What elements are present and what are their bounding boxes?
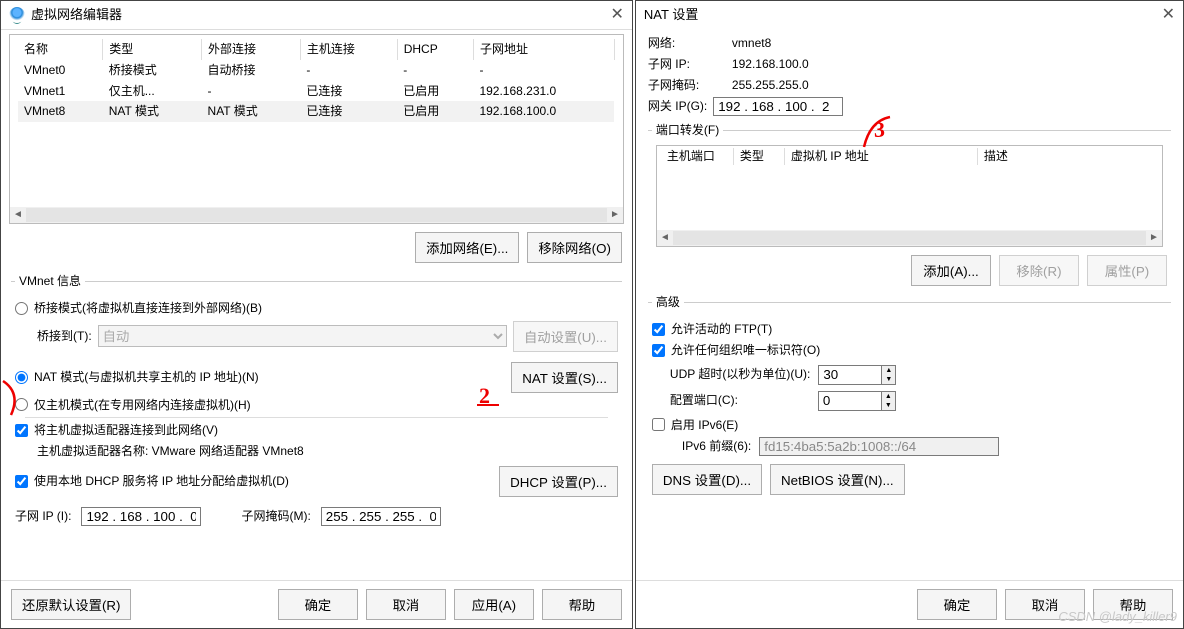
gateway-ip-label: 网关 IP(G): <box>648 98 707 115</box>
column-header[interactable]: DHCP <box>397 39 473 60</box>
network-label: 网络: <box>648 35 726 52</box>
network-value: vmnet8 <box>732 35 1171 52</box>
ipv6-prefix-label: IPv6 前缀(6): <box>682 438 751 455</box>
ok-button[interactable]: 确定 <box>917 589 997 620</box>
vmnet-info-legend: VMnet 信息 <box>15 273 85 290</box>
column-header[interactable]: 描述 <box>978 148 1158 165</box>
window-title: 虚拟网络编辑器 <box>31 6 611 24</box>
port-forward-table[interactable]: 主机端口类型虚拟机 IP 地址描述 ◄► <box>656 145 1163 247</box>
close-icon[interactable]: ✕ <box>1162 7 1175 23</box>
config-port-spin[interactable]: ▲▼ <box>818 391 896 411</box>
bridge-to-label: 桥接到(T): <box>37 328 92 345</box>
column-header[interactable]: 类型 <box>734 148 785 165</box>
udp-timeout-spin[interactable]: ▲▼ <box>818 365 896 385</box>
bridge-auto-button: 自动设置(U)... <box>513 321 618 352</box>
subnet-mask-label: 子网掩码: <box>648 77 726 94</box>
column-header[interactable]: 子网地址 <box>473 39 614 60</box>
table-row[interactable]: VMnet0桥接模式自动桥接--- <box>18 60 614 81</box>
ipv6-prefix-input <box>759 437 999 456</box>
horizontal-scrollbar[interactable]: ◄► <box>10 207 623 223</box>
port-forward-legend: 端口转发(F) <box>652 122 723 139</box>
scroll-left-icon[interactable]: ◄ <box>10 207 26 223</box>
column-header[interactable]: 类型 <box>103 39 202 60</box>
column-header[interactable]: 名称 <box>18 39 103 60</box>
remove-network-button[interactable]: 移除网络(O) <box>527 232 622 263</box>
dialog-footer: 还原默认设置(R) 确定 取消 应用(A) 帮助 <box>1 580 632 628</box>
bridge-to-select: 自动 <box>98 325 507 347</box>
subnet-mask-label: 子网掩码(M): <box>241 508 310 525</box>
host-adapter-name: 主机虚拟适配器名称: VMware 网络适配器 VMnet8 <box>37 443 618 460</box>
nat-settings-button[interactable]: NAT 设置(S)... <box>511 362 618 393</box>
column-header[interactable]: 虚拟机 IP 地址 <box>785 148 978 165</box>
allow-ftp-checkbox[interactable]: 允许活动的 FTP(T) <box>652 321 1167 338</box>
scroll-right-icon[interactable]: ► <box>607 207 623 223</box>
title-bar: 虚拟网络编辑器 ✕ <box>1 1 632 30</box>
restore-defaults-button[interactable]: 还原默认设置(R) <box>11 589 131 620</box>
dhcp-settings-button[interactable]: DHCP 设置(P)... <box>499 466 618 497</box>
app-icon <box>9 7 25 23</box>
cancel-button[interactable]: 取消 <box>366 589 446 620</box>
add-network-button[interactable]: 添加网络(E)... <box>415 232 519 263</box>
column-header[interactable]: 外部连接 <box>202 39 301 60</box>
subnet-mask-input[interactable] <box>321 507 441 526</box>
column-header[interactable]: 主机端口 <box>661 148 734 165</box>
subnet-ip-value: 192.168.100.0 <box>732 56 1171 73</box>
apply-button[interactable]: 应用(A) <box>454 589 534 620</box>
table-row[interactable]: VMnet8NAT 模式NAT 模式已连接已启用192.168.100.0 <box>18 101 614 122</box>
vmnet-info-group: VMnet 信息 桥接模式(将虚拟机直接连接到外部网络)(B) 桥接到(T): … <box>11 273 622 528</box>
mode-nat-radio[interactable]: NAT 模式(与虚拟机共享主机的 IP 地址)(N) <box>15 369 259 386</box>
dhcp-checkbox[interactable]: 使用本地 DHCP 服务将 IP 地址分配给虚拟机(D) <box>15 473 289 490</box>
spin-up-icon: ▲ <box>882 366 895 375</box>
pf-add-button[interactable]: 添加(A)... <box>911 255 991 286</box>
close-icon[interactable]: ✕ <box>611 7 624 23</box>
subnet-ip-label: 子网 IP (I): <box>15 508 71 525</box>
mode-bridge-radio[interactable]: 桥接模式(将虚拟机直接连接到外部网络)(B) <box>15 300 618 317</box>
config-port-label: 配置端口(C): <box>670 392 810 409</box>
watermark: CSDN @lady_killer9 <box>1058 608 1177 626</box>
ok-button[interactable]: 确定 <box>278 589 358 620</box>
subnet-ip-input[interactable] <box>81 507 201 526</box>
mode-hostonly-radio[interactable]: 仅主机模式(在专用网络内连接虚拟机)(H) <box>15 397 618 414</box>
udp-timeout-label: UDP 超时(以秒为单位)(U): <box>670 366 810 383</box>
horizontal-scrollbar[interactable]: ◄► <box>657 230 1162 246</box>
pf-props-button: 属性(P) <box>1087 255 1167 286</box>
nat-settings-dialog: NAT 设置 ✕ 网络: vmnet8 子网 IP: 192.168.100.0 子… <box>635 0 1184 629</box>
table-row[interactable]: VMnet1仅主机...-已连接已启用192.168.231.0 <box>18 81 614 102</box>
gateway-ip-input[interactable] <box>713 97 843 116</box>
netbios-settings-button[interactable]: NetBIOS 设置(N)... <box>770 464 905 495</box>
spin-down-icon: ▼ <box>882 375 895 384</box>
help-button[interactable]: 帮助 <box>542 589 622 620</box>
pf-remove-button: 移除(R) <box>999 255 1079 286</box>
subnet-mask-value: 255.255.255.0 <box>732 77 1171 94</box>
host-adapter-checkbox[interactable]: 将主机虚拟适配器连接到此网络(V) <box>15 422 618 439</box>
enable-ipv6-checkbox[interactable]: 启用 IPv6(E) <box>652 417 1167 434</box>
column-header[interactable]: 主机连接 <box>300 39 397 60</box>
vnet-editor-dialog: 虚拟网络编辑器 ✕ 名称类型外部连接主机连接DHCP子网地址 VMnet0桥接模… <box>0 0 633 629</box>
allow-oui-checkbox[interactable]: 允许任何组织唯一标识符(O) <box>652 342 1167 359</box>
advanced-legend: 高级 <box>652 294 684 311</box>
title-bar: NAT 设置 ✕ <box>636 1 1183 29</box>
window-title: NAT 设置 <box>644 6 1162 24</box>
vmnet-table[interactable]: 名称类型外部连接主机连接DHCP子网地址 VMnet0桥接模式自动桥接---VM… <box>9 34 624 224</box>
dns-settings-button[interactable]: DNS 设置(D)... <box>652 464 762 495</box>
subnet-ip-label: 子网 IP: <box>648 56 726 73</box>
